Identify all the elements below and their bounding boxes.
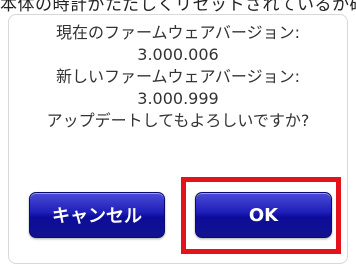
- ok-highlight-frame: [181, 177, 341, 254]
- dialog-message: 現在のファームウェアバージョン: 3.000.006 新しいファームウェアバージ…: [0, 22, 356, 132]
- new-version-value: 3.000.999: [137, 89, 219, 108]
- current-version-label: 現在のファームウェアバージョン:: [56, 23, 300, 42]
- current-version-value: 3.000.006: [137, 45, 219, 64]
- confirm-question: アップデートしてもよろしいですか?: [46, 111, 310, 130]
- new-version-label: 新しいファームウェアバージョン:: [56, 67, 300, 86]
- cancel-button[interactable]: キャンセル: [29, 192, 165, 238]
- background-partial-text: 本体の時計がただしくリセットされているか確認してください。: [0, 0, 356, 12]
